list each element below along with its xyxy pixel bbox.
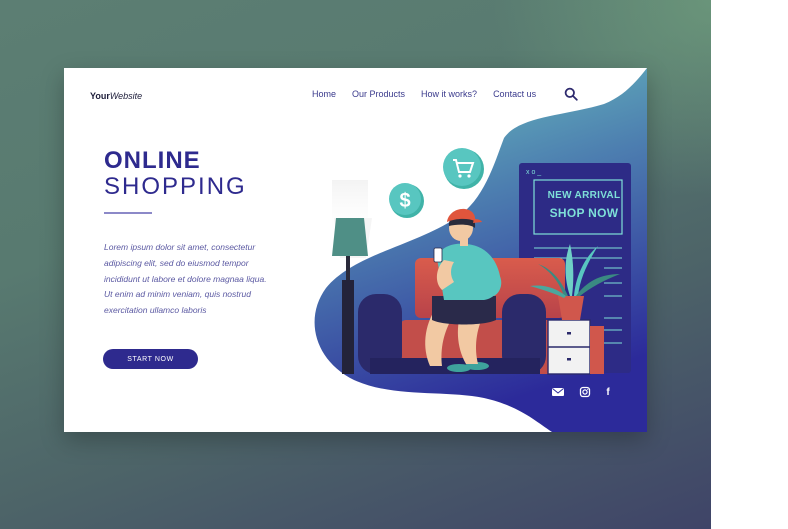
instagram-icon[interactable]	[578, 386, 592, 398]
mail-icon[interactable]	[551, 386, 565, 398]
poster-new-arrival: NEW ARRIVAL	[547, 190, 621, 201]
poster-shop-now: SHOP NOW	[549, 206, 619, 220]
cart-badge	[443, 148, 484, 189]
landing-page-card: YourWebsite Home Our Products How it wor…	[64, 68, 647, 432]
dollar-icon: $	[399, 190, 410, 212]
window-controls: x o _	[526, 169, 541, 176]
facebook-icon[interactable]: f	[601, 386, 615, 398]
shopping-illustration: x o _ $	[332, 148, 631, 375]
